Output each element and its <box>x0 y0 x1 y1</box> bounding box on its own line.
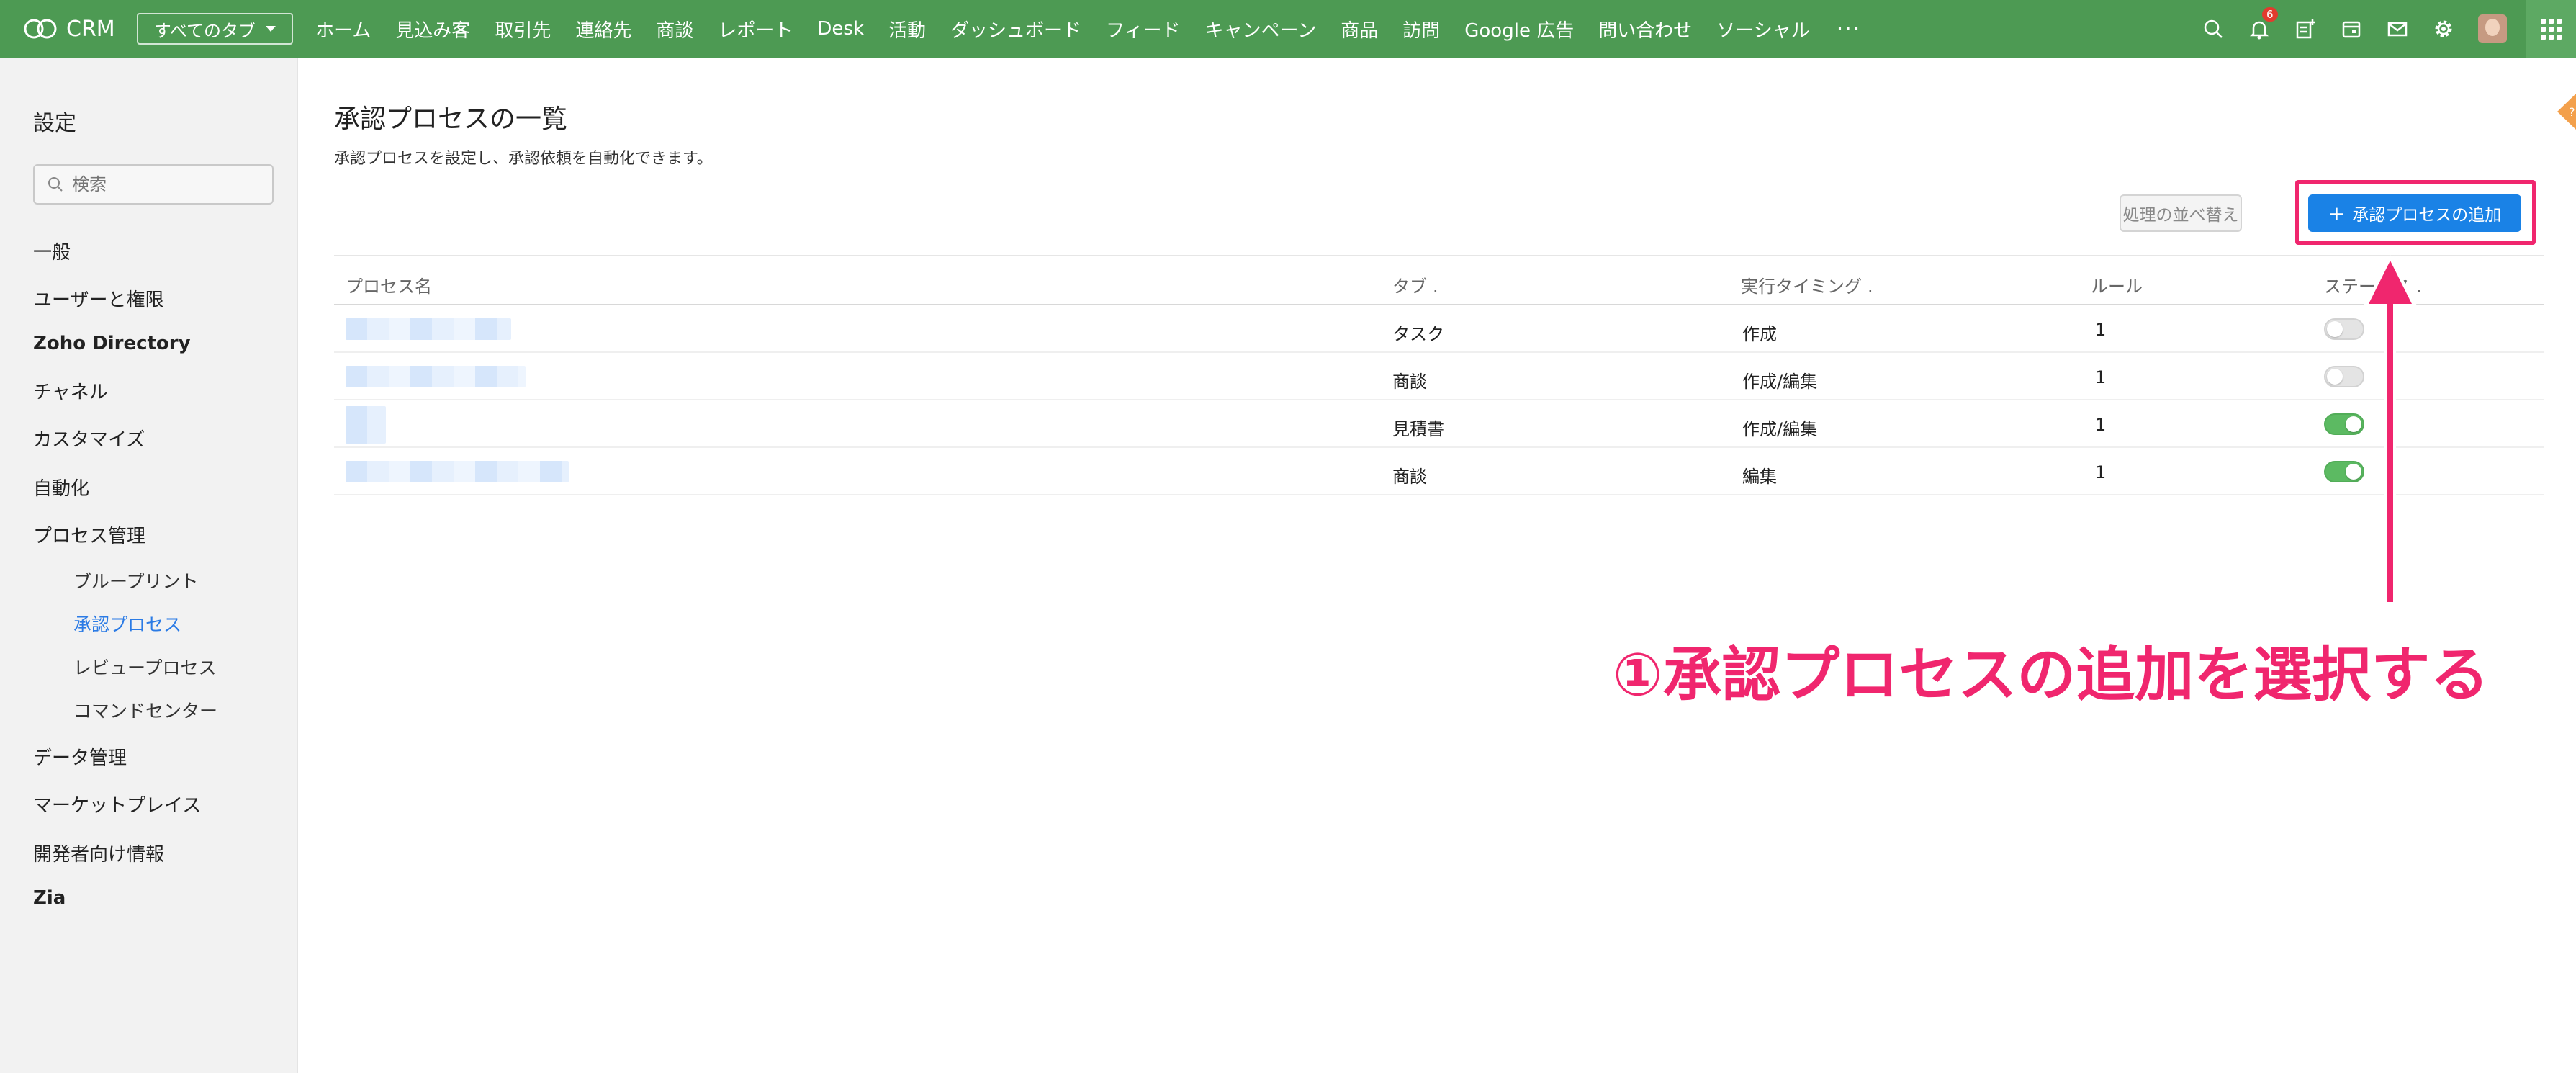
sidebar-item-zia[interactable]: Zia <box>33 887 66 909</box>
row-rules: 1 <box>2095 320 2107 340</box>
table-row[interactable]: タスク 作成 1 <box>334 305 2544 353</box>
annotation-text: ①承認プロセスの追加を選択する <box>1613 641 2490 709</box>
sidebar-subitem-approval-process[interactable]: 承認プロセス <box>73 611 181 637</box>
gear-icon[interactable] <box>2420 0 2467 58</box>
row-tab: 見積書 <box>1392 419 1444 439</box>
column-header-rules[interactable]: ルール <box>2091 272 2143 297</box>
nav-tab-home[interactable]: ホーム <box>303 16 383 42</box>
column-header-tab[interactable]: タブ. <box>1392 272 1438 297</box>
sidebar-item-developer[interactable]: 開発者向け情報 <box>33 840 164 866</box>
sidebar-item-general[interactable]: 一般 <box>33 238 71 264</box>
calendar-icon[interactable] <box>2328 0 2374 58</box>
nav-tab-products[interactable]: 商品 <box>1328 16 1390 42</box>
nav-tab-feeds[interactable]: フィード <box>1094 16 1192 42</box>
nav-tab-activities[interactable]: 活動 <box>876 16 938 42</box>
column-header-timing-label: 実行タイミング <box>1741 277 1862 297</box>
nav-tab-desk[interactable]: Desk <box>805 18 876 40</box>
sidebar-item-data-management[interactable]: データ管理 <box>33 743 127 770</box>
row-tab: タスク <box>1392 324 1444 344</box>
nav-tab-accounts[interactable]: 取引先 <box>482 16 563 42</box>
apps-grid-icon[interactable] <box>2526 0 2576 58</box>
nav-tab-leads[interactable]: 見込み客 <box>383 16 482 42</box>
sidebar-search[interactable] <box>33 164 274 205</box>
approval-process-table: プロセス名 タブ. 実行タイミング. ルール ステータス. タスク 作成 1 商… <box>334 255 2544 495</box>
app-name: CRM <box>66 16 115 42</box>
column-header-timing[interactable]: 実行タイミング. <box>1741 272 1873 297</box>
mail-icon[interactable] <box>2374 0 2420 58</box>
sidebar-item-process-management[interactable]: プロセス管理 <box>33 521 145 548</box>
table-header: プロセス名 タブ. 実行タイミング. ルール ステータス. <box>334 255 2544 305</box>
row-timing: 作成 <box>1742 324 1777 344</box>
sidebar-subitem-review-process[interactable]: レビュープロセス <box>73 654 217 680</box>
table-row[interactable]: 商談 作成/編集 1 <box>334 353 2544 400</box>
sidebar-title: 設定 <box>33 111 76 136</box>
row-timing: 作成/編集 <box>1742 372 1818 392</box>
row-rules: 1 <box>2095 462 2107 482</box>
all-tabs-dropdown[interactable]: すべてのタブ <box>136 13 294 45</box>
sidebar-search-input[interactable] <box>72 174 259 194</box>
avatar[interactable] <box>2478 14 2507 43</box>
sort-icon: . <box>1433 277 1438 297</box>
sidebar-item-users-permissions[interactable]: ユーザーと権限 <box>33 285 163 312</box>
annotation-arrow <box>2363 255 2418 603</box>
page-description: 承認プロセスを設定し、承認依頼を自動化できます。 <box>334 150 713 168</box>
redacted-process-name <box>346 461 569 482</box>
search-icon[interactable] <box>2190 0 2236 58</box>
nav-tab-visits[interactable]: 訪問 <box>1390 16 1452 42</box>
redacted-process-name <box>346 406 386 444</box>
row-tab: 商談 <box>1392 372 1427 392</box>
nav-tab-reports[interactable]: レポート <box>706 16 805 42</box>
row-tab: 商談 <box>1392 467 1427 487</box>
column-header-process-name[interactable]: プロセス名 <box>346 272 432 297</box>
nav-tab-dashboards[interactable]: ダッシュボード <box>938 16 1094 42</box>
row-rules: 1 <box>2095 367 2107 387</box>
sidebar-item-marketplace[interactable]: マーケットプレイス <box>33 791 201 817</box>
help-tab-icon[interactable]: ? <box>2552 94 2576 130</box>
sort-icon: . <box>1868 277 1873 297</box>
add-record-icon[interactable] <box>2282 0 2328 58</box>
top-navigation-bar: CRM すべてのタブ ホーム 見込み客 取引先 連絡先 商談 レポート Desk… <box>0 0 2576 58</box>
annotation-highlight-box <box>2295 180 2536 245</box>
nav-tab-social[interactable]: ソーシャル <box>1704 16 1821 42</box>
settings-sidebar: 設定 一般 ユーザーと権限 Zoho Directory チャネル カスタマイズ… <box>0 58 298 1073</box>
notification-badge: 6 <box>2262 7 2278 22</box>
nav-tab-contacts[interactable]: 連絡先 <box>563 16 644 42</box>
column-header-tab-label: タブ <box>1392 277 1427 297</box>
sidebar-subitem-blueprint[interactable]: ブループリント <box>73 567 199 593</box>
crm-logo[interactable]: CRM <box>22 17 115 42</box>
row-rules: 1 <box>2095 415 2107 435</box>
page-title: 承認プロセスの一覧 <box>334 104 568 134</box>
nav-tab-campaigns[interactable]: キャンペーン <box>1193 16 1329 42</box>
all-tabs-label: すべてのタブ <box>153 20 256 41</box>
sidebar-item-customize[interactable]: カスタマイズ <box>33 425 145 452</box>
svg-text:?: ? <box>2569 105 2575 119</box>
row-timing: 作成/編集 <box>1742 419 1818 439</box>
nav-tab-deals[interactable]: 商談 <box>644 16 706 42</box>
sidebar-item-zoho-directory[interactable]: Zoho Directory <box>33 333 191 354</box>
table-row[interactable]: 商談 編集 1 <box>334 448 2544 495</box>
nav-tab-inquiries[interactable]: 問い合わせ <box>1586 16 1704 42</box>
zoho-rings-icon <box>24 19 57 39</box>
more-tabs-icon[interactable]: ··· <box>1822 17 1876 42</box>
sidebar-item-channels[interactable]: チャネル <box>33 377 108 404</box>
module-tabs: ホーム 見込み客 取引先 連絡先 商談 レポート Desk 活動 ダッシュボード… <box>303 16 1875 42</box>
nav-tab-google-ads[interactable]: Google 広告 <box>1452 16 1586 42</box>
chevron-down-icon <box>266 26 276 32</box>
sidebar-subitem-command-center[interactable]: コマンドセンター <box>73 697 217 723</box>
bell-icon[interactable]: 6 <box>2236 0 2282 58</box>
topbar-actions: 6 <box>2190 0 2576 58</box>
redacted-process-name <box>346 366 526 387</box>
row-timing: 編集 <box>1742 467 1777 487</box>
table-row[interactable]: 見積書 作成/編集 1 <box>334 400 2544 448</box>
reorder-processes-button[interactable]: 処理の並べ替え <box>2120 194 2242 232</box>
redacted-process-name <box>346 318 511 340</box>
sidebar-item-automation[interactable]: 自動化 <box>33 474 89 500</box>
search-icon <box>48 177 63 192</box>
